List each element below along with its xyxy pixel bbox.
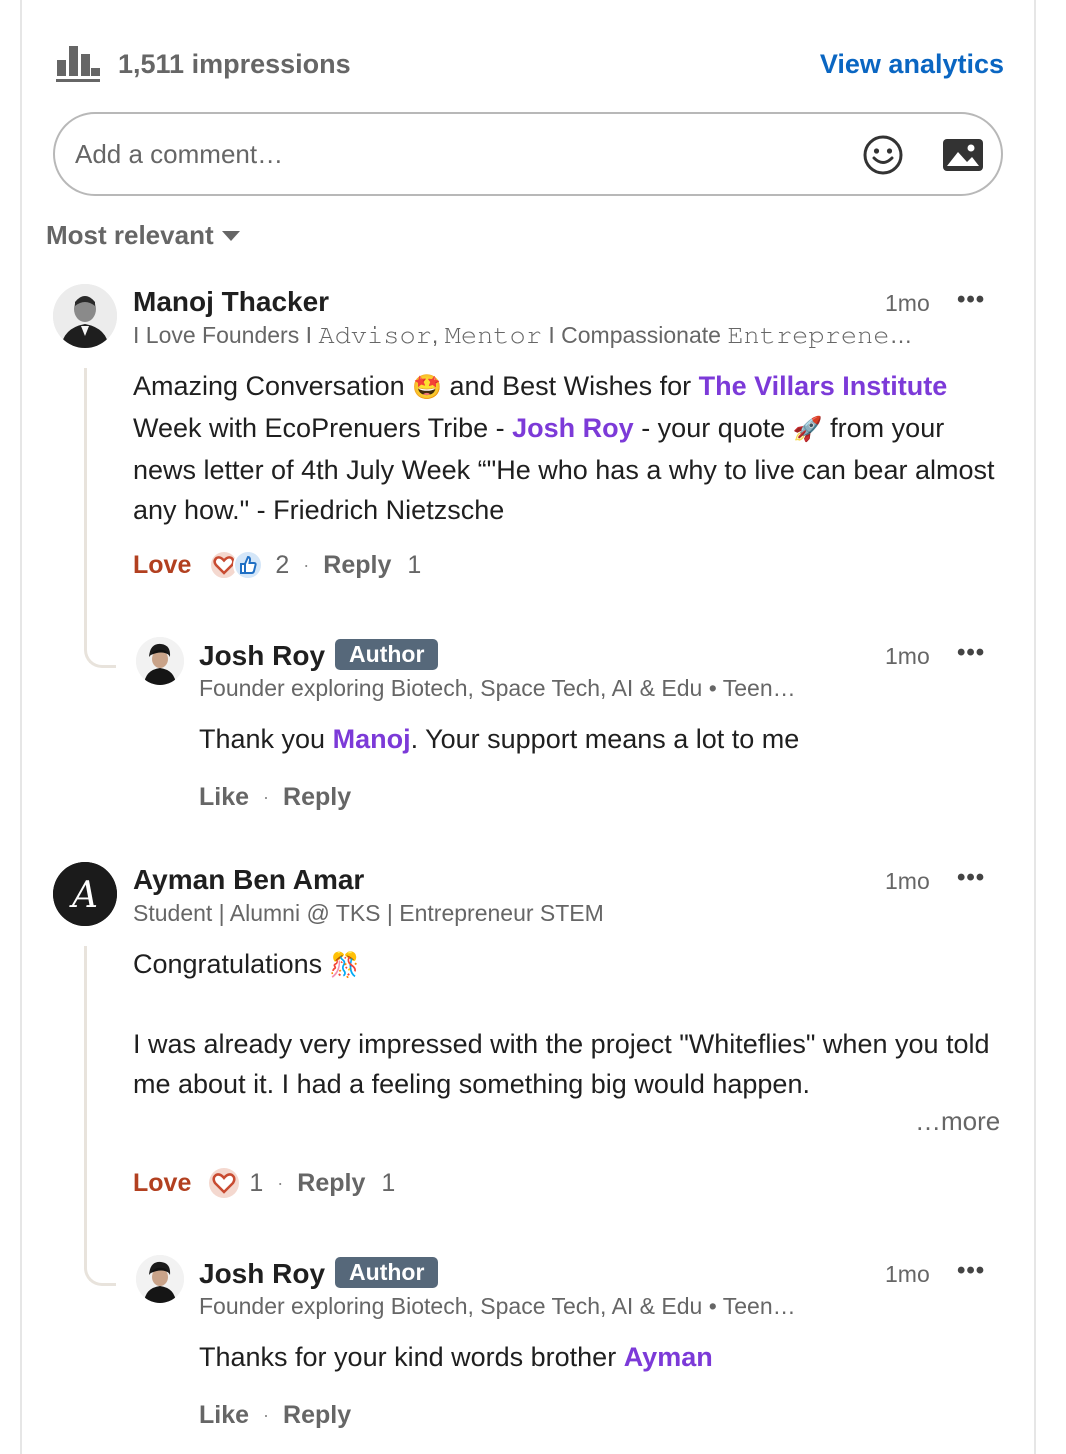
comment-actions: Love 2 · Reply 1 [133, 550, 421, 580]
separator-dot: · [303, 554, 310, 575]
like-icon [233, 550, 264, 580]
mention-link[interactable]: Josh Roy [512, 413, 634, 443]
comment-composer [53, 112, 1003, 196]
view-analytics-link[interactable]: View analytics [820, 49, 1004, 80]
reply-author: Josh Roy Author [199, 1257, 439, 1290]
comment-author-headline: I Love Founders I 𝙰𝚍𝚟𝚒𝚜𝚘𝚛, 𝙼𝚎𝚗𝚝𝚘𝚛 I Comp… [133, 322, 913, 348]
comment-body: Amazing Conversation 🤩 and Best Wishes f… [133, 366, 1005, 530]
thread-connector [84, 946, 116, 1286]
reply-button[interactable]: Reply [283, 783, 351, 812]
avatar[interactable] [136, 637, 184, 685]
confetti-emoji: 🎊 [329, 952, 360, 979]
reply-actions: Like · Reply [199, 783, 351, 812]
avatar[interactable]: A [53, 862, 117, 926]
reply-body: Thank you Manoj. Your support means a lo… [199, 724, 800, 754]
comment-author[interactable]: Ayman Ben Amar [133, 864, 364, 896]
reply-time: 1mo [885, 643, 930, 669]
reply-button[interactable]: Reply [323, 551, 391, 580]
see-more-link[interactable]: …more [915, 1106, 1000, 1137]
thread-connector [84, 368, 116, 668]
reply-author-headline: Founder exploring Biotech, Space Tech, A… [199, 675, 796, 701]
reply-author-name[interactable]: Josh Roy [199, 640, 325, 671]
comment-time: 1mo [885, 868, 930, 894]
rocket-emoji: 🚀 [792, 416, 823, 443]
svg-text:A: A [69, 875, 98, 916]
mention-link[interactable]: Manoj [333, 724, 411, 754]
more-options-icon[interactable]: ••• [957, 1257, 985, 1285]
reply-time: 1mo [885, 1261, 930, 1287]
author-badge: Author [335, 1257, 439, 1288]
reply-author-headline: Founder exploring Biotech, Space Tech, A… [199, 1293, 796, 1319]
reaction-count: 1 [249, 1168, 264, 1197]
impressions-count: 1,511 impressions [118, 48, 351, 79]
reaction-summary[interactable] [209, 550, 265, 580]
mention-link[interactable]: Ayman [624, 1342, 713, 1372]
sort-label: Most relevant [46, 220, 214, 250]
more-options-icon[interactable]: ••• [957, 639, 985, 667]
caret-down-icon [221, 230, 240, 241]
reply-count: 1 [407, 550, 422, 579]
separator-dot: · [263, 787, 270, 807]
analytics-bar-icon [56, 46, 100, 82]
reply-body: Thanks for your kind words brother Ayman [199, 1342, 713, 1372]
like-button[interactable]: Like [199, 783, 249, 812]
avatar[interactable] [53, 284, 117, 348]
comment-time: 1mo [885, 290, 930, 316]
comment-author[interactable]: Manoj Thacker [133, 286, 329, 318]
star-struck-emoji: 🤩 [412, 374, 443, 401]
impressions-row: 1,511 impressions View analytics [56, 40, 1004, 88]
react-button[interactable]: Love [133, 551, 191, 580]
sort-dropdown[interactable]: Most relevant [46, 220, 240, 251]
like-button[interactable]: Like [199, 1401, 249, 1430]
comment-body-line: Congratulations 🎊 [133, 944, 1005, 986]
reply-author: Josh Roy Author [199, 639, 439, 672]
mention-link[interactable]: The Villars Institute [699, 371, 948, 401]
reply-author-name[interactable]: Josh Roy [199, 1258, 325, 1289]
react-button[interactable]: Love [133, 1169, 191, 1198]
more-options-icon[interactable]: ••• [957, 864, 985, 892]
comment-author-headline: Student | Alumni @ TKS | Entrepreneur ST… [133, 900, 604, 926]
avatar[interactable] [136, 1255, 184, 1303]
heart-icon [209, 1168, 240, 1198]
reply-button[interactable]: Reply [283, 1401, 351, 1430]
comment-actions: Love 1 · Reply 1 [133, 1168, 395, 1198]
reply-actions: Like · Reply [199, 1401, 351, 1430]
comment-input[interactable] [55, 124, 815, 184]
reply-button[interactable]: Reply [297, 1169, 365, 1198]
reaction-count: 2 [275, 550, 290, 579]
comment-body: I was already very impressed with the pr… [133, 1029, 990, 1099]
more-options-icon[interactable]: ••• [957, 286, 985, 314]
smiley-icon[interactable] [861, 133, 905, 177]
author-badge: Author [335, 639, 439, 670]
reply-count: 1 [381, 1168, 396, 1197]
reaction-summary[interactable] [209, 1168, 240, 1198]
image-icon[interactable] [941, 135, 985, 175]
separator-dot: · [263, 1405, 270, 1425]
separator-dot: · [277, 1172, 284, 1193]
